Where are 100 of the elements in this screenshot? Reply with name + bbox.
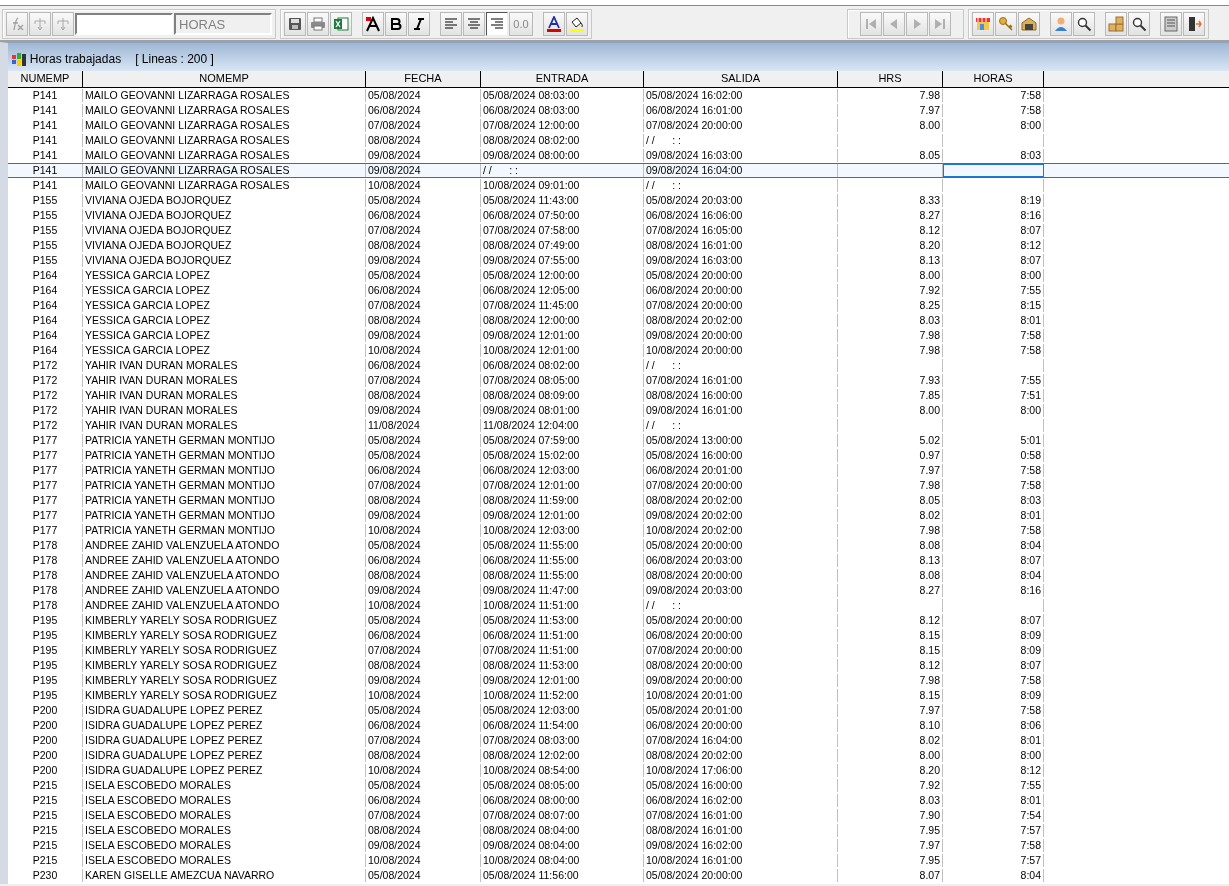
- table-cell: ISELA ESCOBEDO MORALES: [83, 839, 366, 852]
- table-cell: 7.85: [838, 389, 943, 402]
- table-cell: 8.00: [838, 404, 943, 417]
- table-cell: 8:01: [943, 314, 1044, 327]
- table-cell: 07/08/2024 12:00:00: [481, 119, 644, 132]
- table-cell: P164: [8, 269, 83, 282]
- table-cell: 09/08/2024 12:01:00: [481, 674, 644, 687]
- table-cell: P141: [8, 164, 83, 177]
- table-cell: 8.12: [838, 614, 943, 627]
- align-left-button[interactable]: [440, 12, 462, 36]
- column-header[interactable]: SALIDA: [644, 71, 838, 87]
- table-cell: VIVIANA OJEDA BOJORQUEZ: [83, 194, 366, 207]
- search-button[interactable]: [1073, 12, 1095, 36]
- table-cell: / / : :: [481, 164, 644, 177]
- exit-button[interactable]: [1183, 12, 1205, 36]
- table-cell: 8:04: [943, 569, 1044, 582]
- table-cell: 07/08/2024: [366, 119, 481, 132]
- table-cell: P172: [8, 404, 83, 417]
- italic-button[interactable]: [408, 12, 430, 36]
- table-cell: 8:09: [943, 689, 1044, 702]
- table-cell: 07/08/2024: [366, 734, 481, 747]
- table-cell: 8:03: [943, 494, 1044, 507]
- table-cell: 8:15: [943, 299, 1044, 312]
- table-cell: 8.15: [838, 644, 943, 657]
- table-cell: 07/08/2024: [366, 644, 481, 657]
- column-header[interactable]: NOMEMP: [83, 71, 366, 87]
- focused-cell[interactable]: [943, 164, 1044, 177]
- table-cell: ANDREE ZAHID VALENZUELA ATONDO: [83, 584, 366, 597]
- table-cell: 09/08/2024 16:01:00: [644, 404, 838, 417]
- align-left-icon: [443, 16, 459, 32]
- table-cell: P141: [8, 119, 83, 132]
- font-button[interactable]: [362, 12, 384, 36]
- table-cell: 7.97: [838, 104, 943, 117]
- garage-button[interactable]: [1018, 12, 1040, 36]
- table-cell: 05/08/2024 20:00:00: [644, 614, 838, 627]
- table-cell: 8.13: [838, 554, 943, 567]
- table-cell: 07/08/2024: [366, 299, 481, 312]
- spreadsheet-button[interactable]: [330, 12, 352, 36]
- table-cell: P195: [8, 629, 83, 642]
- table-cell: 8:12: [943, 239, 1044, 252]
- table-cell: VIVIANA OJEDA BOJORQUEZ: [83, 209, 366, 222]
- table-cell: 08/08/2024: [366, 389, 481, 402]
- table-cell: 06/08/2024 12:03:00: [481, 464, 644, 477]
- table-cell: 8.20: [838, 764, 943, 777]
- table-cell: 05/08/2024 20:00:00: [644, 539, 838, 552]
- table-cell: 10/08/2024 09:01:00: [481, 179, 644, 192]
- align-right-button[interactable]: [486, 12, 508, 36]
- person-button[interactable]: [1050, 12, 1072, 36]
- column-header[interactable]: FECHA: [366, 71, 481, 87]
- table-cell: 8:07: [943, 224, 1044, 237]
- table-cell: P177: [8, 509, 83, 522]
- table-cell: 07/08/2024 12:01:00: [481, 479, 644, 492]
- tree-icon: [32, 16, 48, 32]
- table-name-field[interactable]: HORAS: [174, 13, 272, 35]
- table-cell: ISIDRA GUADALUPE LOPEZ PEREZ: [83, 764, 366, 777]
- table-cell: 10/08/2024 17:06:00: [644, 764, 838, 777]
- column-header[interactable]: HRS: [838, 71, 943, 87]
- table-cell: 7:55: [943, 374, 1044, 387]
- font-color-button[interactable]: [543, 12, 565, 36]
- align-center-button[interactable]: [463, 12, 485, 36]
- table-cell: 08/08/2024: [366, 824, 481, 837]
- save-icon: [287, 16, 303, 32]
- table-cell: 06/08/2024 07:50:00: [481, 209, 644, 222]
- table-cell: 09/08/2024 08:04:00: [481, 839, 644, 852]
- printer-button[interactable]: [307, 12, 329, 36]
- spreadsheet-icon: [333, 16, 349, 32]
- table-row[interactable]: P141 MAILO GEOVANNI LIZARRAGA ROSALES 09/08/2024 / / : : 09/08/2024 16:04:00: [8, 163, 1229, 178]
- table-cell: 08/08/2024 08:04:00: [481, 824, 644, 837]
- table-cell: 08/08/2024 11:53:00: [481, 659, 644, 672]
- table-cell: P177: [8, 479, 83, 492]
- input-field[interactable]: [75, 13, 173, 35]
- table-cell: 8.00: [838, 119, 943, 132]
- search-icon: [1076, 16, 1092, 32]
- table-cell: 09/08/2024 20:00:00: [644, 329, 838, 342]
- table-cell: KIMBERLY YARELY SOSA RODRIGUEZ: [83, 614, 366, 627]
- save-button[interactable]: [284, 12, 306, 36]
- column-header[interactable]: HORAS: [943, 71, 1044, 87]
- search-button[interactable]: [1128, 12, 1150, 36]
- table-cell: 06/08/2024: [366, 209, 481, 222]
- table-cell: P155: [8, 224, 83, 237]
- column-header[interactable]: NUMEMP: [8, 71, 83, 87]
- table-cell: 05/08/2024: [366, 779, 481, 792]
- store-button[interactable]: [972, 12, 994, 36]
- table-cell: YAHIR IVAN DURAN MORALES: [83, 374, 366, 387]
- table-cell: 06/08/2024 08:02:00: [481, 359, 644, 372]
- table-cell: YAHIR IVAN DURAN MORALES: [83, 419, 366, 432]
- key-button[interactable]: [995, 12, 1017, 36]
- table-cell: 8.05: [838, 149, 943, 162]
- table-cell: 09/08/2024 20:03:00: [644, 584, 838, 597]
- table-cell: 8.02: [838, 509, 943, 522]
- table-cell: VIVIANA OJEDA BOJORQUEZ: [83, 224, 366, 237]
- table-cell: P200: [8, 749, 83, 762]
- table-cell: 7.98: [838, 89, 943, 102]
- bold-button[interactable]: [385, 12, 407, 36]
- column-header[interactable]: ENTRADA: [481, 71, 644, 87]
- table-cell: 8:07: [943, 254, 1044, 267]
- table-cell: P200: [8, 719, 83, 732]
- table-cell: MAILO GEOVANNI LIZARRAGA ROSALES: [83, 179, 366, 192]
- fill-color-button[interactable]: [566, 12, 588, 36]
- table-cell: 07/08/2024 16:01:00: [644, 374, 838, 387]
